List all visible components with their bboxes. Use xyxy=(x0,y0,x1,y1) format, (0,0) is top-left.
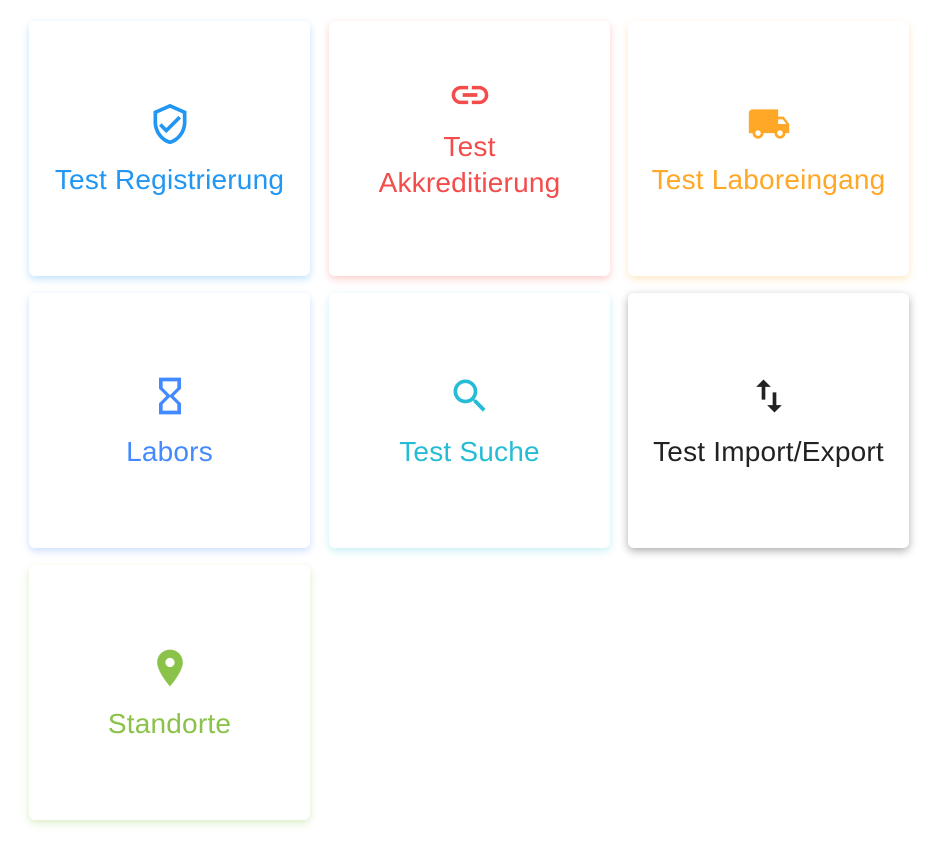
tile-label: Standorte xyxy=(107,707,232,739)
tile-standorte[interactable]: Standorte xyxy=(29,565,310,820)
swap-vertical-icon xyxy=(745,372,793,420)
hourglass-icon xyxy=(146,372,194,420)
tile-label: Test Laboreingang xyxy=(651,163,886,195)
tile-label: Test Akkreditierung xyxy=(378,130,561,198)
tile-test-suche[interactable]: Test Suche xyxy=(329,293,610,548)
tile-label: Test Suche xyxy=(399,435,540,467)
tile-test-akkreditierung[interactable]: Test Akkreditierung xyxy=(329,21,610,276)
search-icon xyxy=(446,372,494,420)
dashboard-tile-grid: Test Registrierung Test Akkreditierung T… xyxy=(0,0,944,848)
truck-icon xyxy=(745,100,793,148)
tile-label: Labors xyxy=(126,435,213,467)
shield-check-icon xyxy=(146,100,194,148)
tile-label: Test Import/Export xyxy=(653,435,884,467)
tile-test-import-export[interactable]: Test Import/Export xyxy=(628,293,909,548)
link-icon xyxy=(446,71,494,119)
map-marker-icon xyxy=(146,644,194,692)
tile-test-laboreingang[interactable]: Test Laboreingang xyxy=(628,21,909,276)
tile-label: Test Registrierung xyxy=(54,163,285,195)
tile-test-registrierung[interactable]: Test Registrierung xyxy=(29,21,310,276)
tile-labors[interactable]: Labors xyxy=(29,293,310,548)
